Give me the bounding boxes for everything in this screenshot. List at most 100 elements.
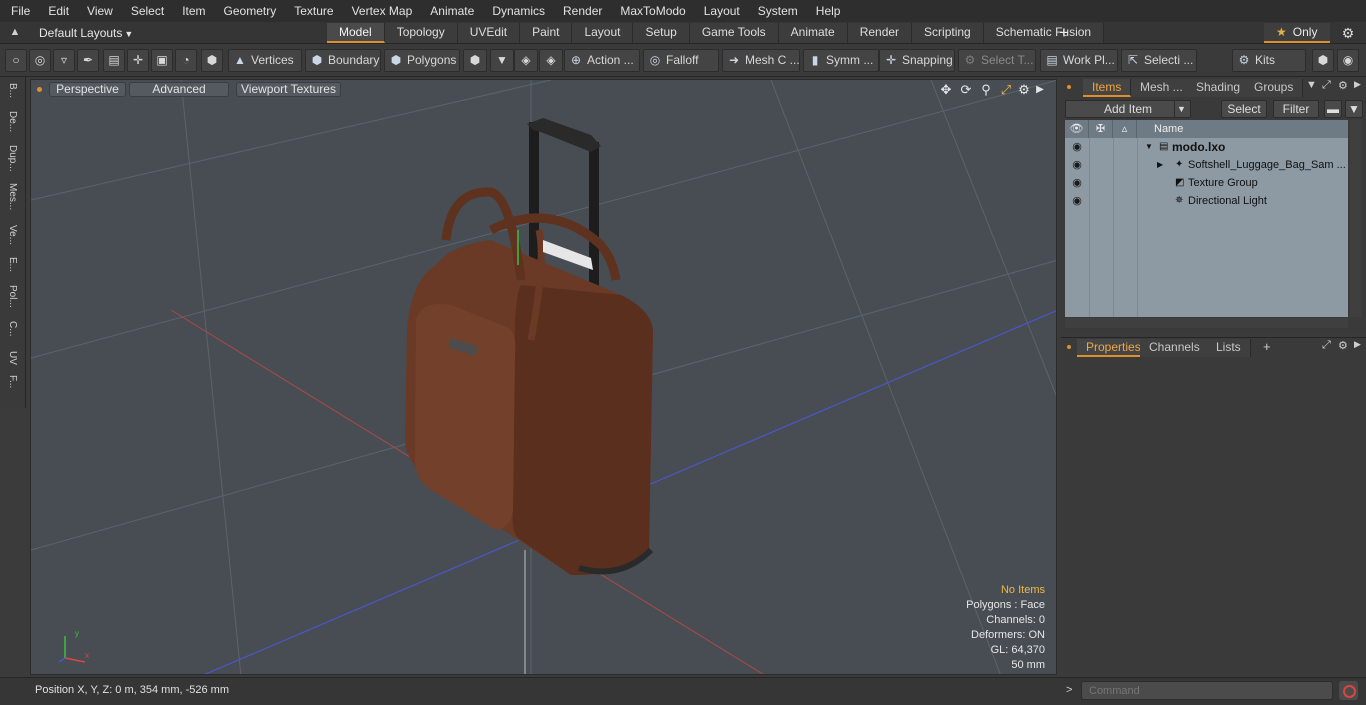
- expand-icon[interactable]: ⤢: [1322, 339, 1331, 352]
- selection-sets-button[interactable]: ⇱ Selecti ...: [1121, 49, 1197, 72]
- chevron-down-icon[interactable]: ▼: [1306, 79, 1317, 91]
- panel-menu-dot[interactable]: [1067, 85, 1071, 89]
- shield-alt-icon[interactable]: ◈: [539, 49, 563, 72]
- material-icon[interactable]: ⬢: [463, 49, 487, 72]
- symmetry-button[interactable]: ▮ Symm ...: [803, 49, 879, 72]
- tree-row[interactable]: ◉ ▼ ▤ modo.lxo: [1065, 138, 1348, 156]
- items-scrollbar-horizontal[interactable]: [1065, 318, 1348, 328]
- menu-file[interactable]: File: [0, 0, 39, 22]
- tab-scripting[interactable]: Scripting: [912, 23, 984, 43]
- tab-mesh[interactable]: Mesh ...: [1131, 79, 1193, 97]
- side-tab-3[interactable]: Mes...: [2, 183, 24, 210]
- menu-vertex-map[interactable]: Vertex Map: [343, 0, 422, 22]
- side-tab-8[interactable]: UV: [2, 351, 24, 377]
- play-icon[interactable]: ▶: [1354, 79, 1361, 90]
- items-tree[interactable]: 👁 ✠ ▵ Name ◉ ▼ ▤ modo.lxo ◉ ▶ ✦ Softshell_Lugga…: [1065, 120, 1348, 317]
- menu-dynamics[interactable]: Dynamics: [483, 0, 554, 22]
- chevron-down-icon[interactable]: ▼: [1145, 138, 1153, 156]
- pan-icon[interactable]: ✥: [938, 82, 954, 98]
- rotate-icon[interactable]: ⟳: [958, 82, 974, 98]
- side-tab-5[interactable]: E...: [2, 257, 24, 283]
- add-item-button[interactable]: Add Item ▼: [1065, 100, 1191, 118]
- viewport-textures-dropdown[interactable]: Viewport Textures: [236, 82, 341, 97]
- mesh-constraint-button[interactable]: ➜ Mesh C ...: [722, 49, 800, 72]
- gear-icon[interactable]: ⚙: [1340, 25, 1356, 41]
- menu-texture[interactable]: Texture: [285, 0, 342, 22]
- type-column-icon[interactable]: ▵: [1113, 120, 1137, 138]
- menu-geometry[interactable]: Geometry: [215, 0, 286, 22]
- select-button[interactable]: Select: [1221, 100, 1267, 118]
- eye-icon[interactable]: ◉: [1068, 192, 1086, 210]
- play-icon[interactable]: ▶: [1354, 339, 1361, 350]
- side-tab-6[interactable]: Pol...: [2, 285, 24, 311]
- falloff-button[interactable]: ◎ Falloff: [643, 49, 719, 72]
- advanced-dropdown[interactable]: Advanced: [129, 82, 229, 97]
- snapping-button[interactable]: ✛ Snapping: [879, 49, 955, 72]
- only-toggle[interactable]: ★ Only: [1264, 23, 1330, 43]
- tree-row[interactable]: ◉ ◩ Texture Group: [1065, 174, 1348, 192]
- tab-setup[interactable]: Setup: [633, 23, 690, 43]
- tab-channels[interactable]: Channels: [1140, 339, 1210, 357]
- side-tab-2[interactable]: Dup...: [2, 145, 24, 172]
- tab-groups[interactable]: Groups: [1245, 79, 1304, 97]
- side-tab-9[interactable]: F...: [2, 375, 24, 401]
- gear-icon[interactable]: ⚙: [1338, 339, 1348, 352]
- side-tab-0[interactable]: B...: [2, 83, 24, 109]
- 3d-viewport[interactable]: Perspective Advanced Viewport Textures ✥…: [30, 79, 1057, 675]
- lock-column-icon[interactable]: ✠: [1089, 120, 1113, 138]
- tab-animate[interactable]: Animate: [778, 23, 848, 43]
- zoom-icon[interactable]: ⚲: [978, 82, 994, 98]
- menu-animate[interactable]: Animate: [421, 0, 483, 22]
- funnel-icon[interactable]: ▼: [1345, 100, 1363, 118]
- menu-view[interactable]: View: [78, 0, 122, 22]
- tab-topology[interactable]: Topology: [384, 23, 458, 43]
- items-scrollbar-vertical[interactable]: [1350, 120, 1362, 317]
- luggage-bag-model[interactable]: [405, 118, 654, 575]
- frame-icon[interactable]: ▣: [151, 49, 173, 72]
- kits-button[interactable]: ⚙ Kits: [1232, 49, 1306, 72]
- layout-dropdown[interactable]: Default Layouts ▼: [39, 25, 133, 42]
- tab-shading[interactable]: Shading: [1187, 79, 1251, 97]
- menu-edit[interactable]: Edit: [39, 0, 78, 22]
- pie-icon[interactable]: ◔: [175, 49, 197, 72]
- chevron-right-icon[interactable]: ▶: [1157, 156, 1163, 174]
- tab-schematic-fusion[interactable]: Schematic Fusion: [983, 23, 1105, 43]
- viewport-menu-dot[interactable]: [37, 87, 42, 92]
- add-tab-icon[interactable]: +: [1263, 339, 1271, 354]
- side-tab-7[interactable]: C...: [2, 321, 24, 347]
- menu-layout[interactable]: Layout: [695, 0, 749, 22]
- collapse-icon[interactable]: ▬: [1324, 100, 1342, 118]
- play-icon[interactable]: ▶: [1032, 82, 1048, 98]
- side-tab-4[interactable]: Ve...: [2, 225, 24, 251]
- menu-system[interactable]: System: [749, 0, 807, 22]
- fit-icon[interactable]: ⤢: [998, 82, 1014, 98]
- add-tab-icon[interactable]: +: [1056, 23, 1072, 43]
- side-tab-1[interactable]: De...: [2, 111, 24, 137]
- gear-icon[interactable]: ⚙: [1016, 82, 1032, 98]
- menu-maxtomodo[interactable]: MaxToModo: [611, 0, 694, 22]
- shield-icon[interactable]: ◈: [514, 49, 538, 72]
- menu-render[interactable]: Render: [554, 0, 611, 22]
- work-plane-button[interactable]: ▤ Work Pl...: [1040, 49, 1118, 72]
- viewport-scene[interactable]: [31, 80, 1057, 675]
- tree-row[interactable]: ◉ ▶ ✦ Softshell_Luggage_Bag_Sam ...: [1065, 156, 1348, 174]
- tab-lists[interactable]: Lists: [1207, 339, 1251, 357]
- vertices-button[interactable]: ▲ Vertices: [228, 49, 302, 72]
- pen-icon[interactable]: ▿: [53, 49, 75, 72]
- filter-button[interactable]: Filter: [1273, 100, 1319, 118]
- eye-icon[interactable]: ◉: [1068, 156, 1086, 174]
- record-icon[interactable]: [1339, 681, 1358, 700]
- panel-menu-dot[interactable]: [1067, 345, 1071, 349]
- tab-game-tools[interactable]: Game Tools: [689, 23, 779, 43]
- boundary-button[interactable]: ⬢ Boundary: [305, 49, 381, 72]
- center-icon[interactable]: ✛: [127, 49, 149, 72]
- unreal-icon[interactable]: ◉: [1337, 49, 1359, 72]
- eye-column-icon[interactable]: 👁: [1065, 120, 1089, 138]
- tree-row[interactable]: ◉ ✵ Directional Light: [1065, 192, 1348, 210]
- select-through-button[interactable]: ⚙ Select T...: [958, 49, 1036, 72]
- select-circle-icon[interactable]: ○: [5, 49, 27, 72]
- globe-icon[interactable]: ◎: [29, 49, 51, 72]
- menu-select[interactable]: Select: [122, 0, 173, 22]
- command-input[interactable]: [1081, 681, 1333, 700]
- eye-icon[interactable]: ◉: [1068, 174, 1086, 192]
